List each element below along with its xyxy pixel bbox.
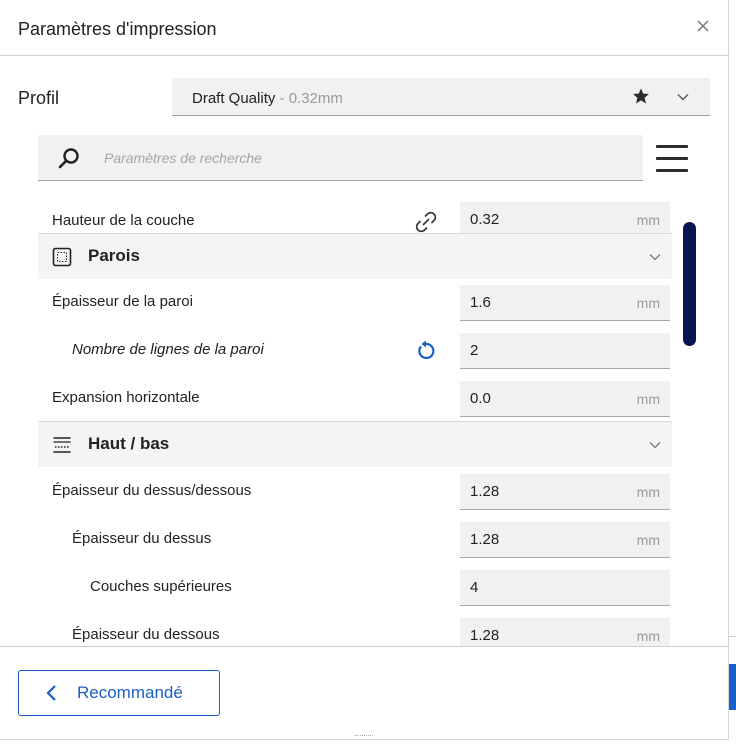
section-title: Haut / bas — [88, 434, 170, 453]
field-value: 0.32 — [470, 211, 500, 228]
profile-name: Draft Quality — [192, 90, 276, 107]
scrollbar-thumb[interactable] — [683, 222, 696, 346]
reset-icon[interactable] — [414, 339, 438, 363]
field-value: 1.6 — [470, 294, 491, 311]
field-value: 0.0 — [470, 390, 491, 407]
field-value: 1.28 — [470, 531, 500, 548]
setting-row-wall-thickness: Épaisseur de la paroi 1.6 mm — [38, 279, 672, 325]
setting-row-horizontal-expansion: Expansion horizontale 0.0 mm — [38, 375, 672, 421]
field-unit: mm — [636, 295, 660, 311]
top-bottom-thickness-field[interactable]: 1.28 mm — [460, 474, 670, 510]
field-unit: mm — [636, 391, 660, 407]
wall-thickness-field[interactable]: 1.6 mm — [460, 285, 670, 321]
profile-dropdown[interactable]: Draft Quality - 0.32mm — [172, 78, 710, 116]
resize-handle[interactable] — [355, 735, 373, 738]
setting-row-bottom-thickness: Épaisseur du dessous 1.28 mm — [38, 612, 672, 646]
print-settings-panel: Paramètres d'impression Profil Draft Qua… — [0, 0, 729, 740]
background-divider — [729, 636, 736, 637]
setting-row-wall-line-count: Nombre de lignes de la paroi 2 — [38, 327, 672, 373]
section-top-bottom[interactable]: Haut / bas — [38, 421, 672, 467]
setting-label: Épaisseur du dessus — [72, 530, 212, 547]
panel-footer: Recommandé — [0, 646, 729, 740]
chevron-down-icon[interactable] — [648, 250, 662, 264]
profile-label: Profil — [18, 88, 60, 108]
field-unit: mm — [636, 628, 660, 644]
chevron-down-icon[interactable] — [648, 438, 662, 452]
chevron-left-icon — [46, 685, 56, 701]
recommended-button[interactable]: Recommandé — [18, 670, 220, 716]
setting-row-top-bottom-thickness: Épaisseur du dessus/dessous 1.28 mm — [38, 468, 672, 514]
field-value: 1.28 — [470, 627, 500, 644]
star-icon[interactable] — [632, 87, 650, 105]
panel-header: Paramètres d'impression — [0, 0, 729, 56]
chevron-down-icon — [677, 94, 689, 101]
setting-row-top-thickness: Épaisseur du dessus 1.28 mm — [38, 516, 672, 562]
settings-search-bar — [38, 135, 643, 181]
search-icon — [58, 148, 79, 169]
top-bottom-icon — [53, 437, 71, 453]
field-value: 4 — [470, 579, 479, 596]
horizontal-expansion-field[interactable]: 0.0 mm — [460, 381, 670, 417]
settings-menu-icon[interactable] — [656, 145, 688, 173]
setting-label: Expansion horizontale — [52, 389, 200, 406]
close-icon[interactable] — [693, 16, 713, 36]
panel-title: Paramètres d'impression — [18, 19, 217, 39]
top-layers-field[interactable]: 4 — [460, 570, 670, 606]
setting-label: Épaisseur du dessous — [72, 626, 220, 643]
top-thickness-field[interactable]: 1.28 mm — [460, 522, 670, 558]
setting-label: Épaisseur de la paroi — [52, 293, 193, 310]
wall-line-count-field[interactable]: 2 — [460, 333, 670, 369]
setting-label: Nombre de lignes de la paroi — [72, 341, 264, 358]
setting-label: Épaisseur du dessus/dessous — [52, 482, 252, 499]
profile-suffix: - 0.32mm — [275, 90, 343, 107]
recommended-label: Recommandé — [77, 683, 183, 702]
field-unit: mm — [636, 212, 660, 228]
field-value: 2 — [470, 342, 479, 359]
section-title: Parois — [88, 246, 140, 265]
field-unit: mm — [636, 532, 660, 548]
setting-label: Hauteur de la couche — [52, 212, 195, 229]
section-walls[interactable]: Parois — [38, 233, 672, 279]
setting-row-top-layers: Couches supérieures 4 — [38, 564, 672, 610]
background-button-edge — [729, 664, 736, 710]
search-input[interactable] — [104, 147, 624, 169]
bottom-thickness-field[interactable]: 1.28 mm — [460, 618, 670, 646]
field-value: 1.28 — [470, 483, 500, 500]
link-icon[interactable] — [414, 210, 438, 234]
field-unit: mm — [636, 484, 660, 500]
setting-label: Couches supérieures — [90, 578, 232, 595]
walls-icon — [52, 247, 72, 267]
settings-list: Hauteur de la couche 0.32 mm Parois Épai… — [38, 198, 672, 646]
